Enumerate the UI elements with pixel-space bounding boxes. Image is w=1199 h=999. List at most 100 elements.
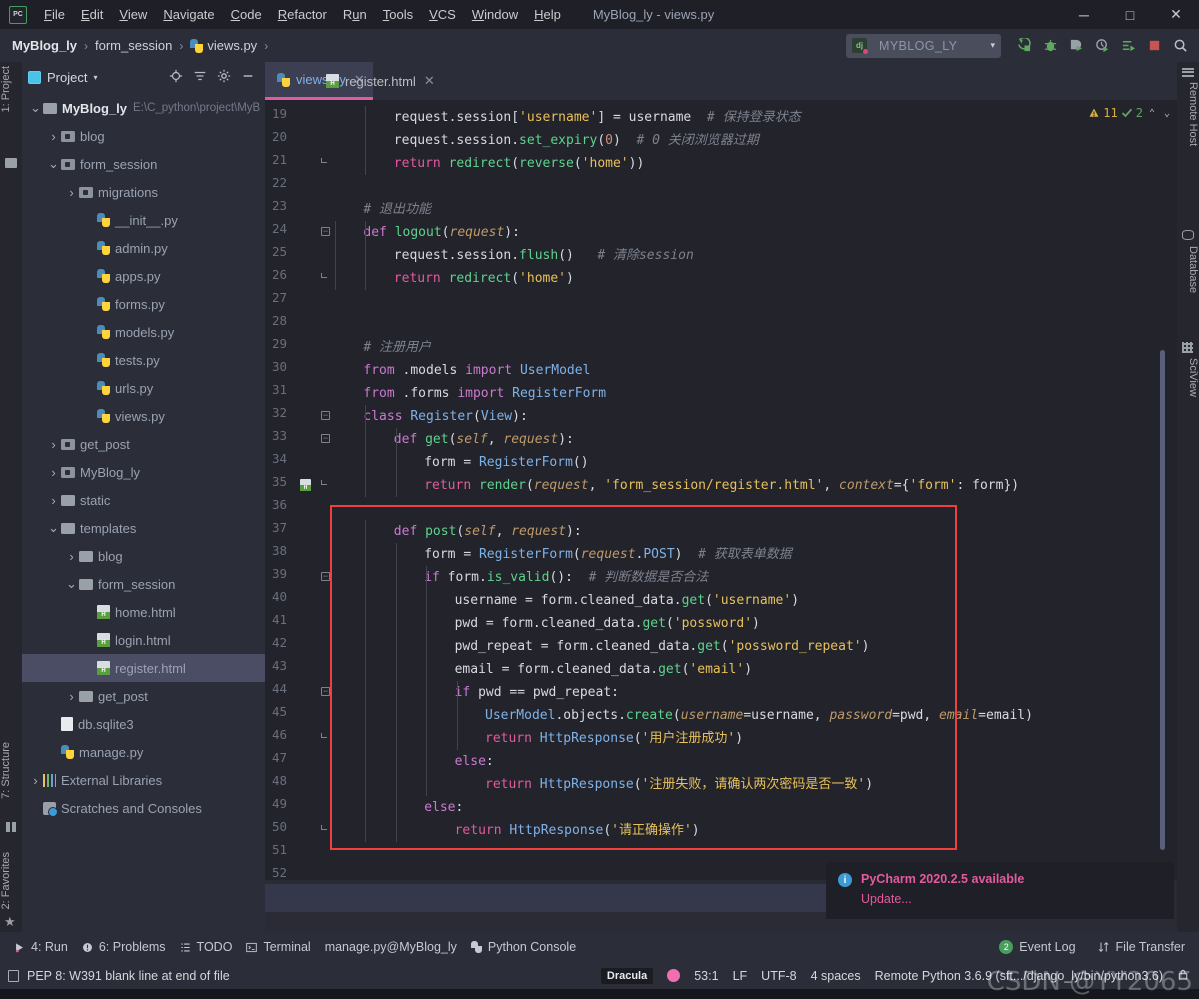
tree-item[interactable]: › blog [22,542,265,570]
tree-item[interactable]: db.sqlite3 [22,710,265,738]
tool-button-structure[interactable]: 7: Structure [0,742,22,799]
tool-button-project[interactable]: 1: Project [0,66,22,112]
menu-item-code[interactable]: Code [223,4,270,25]
code-line[interactable]: username = form.cleaned_data.get('userna… [455,589,799,612]
editor-tab-register-html[interactable]: register.html ✕ [314,62,443,100]
tree-item[interactable]: ⌄ MyBlog_ly E:\C_python\project\MyB [22,94,265,122]
gear-icon[interactable] [217,69,231,85]
chevron-up-icon[interactable]: ⌃ [1146,108,1158,119]
tree-item[interactable]: __init__.py [22,206,265,234]
chevron-down-icon[interactable]: ⌄ [28,101,43,114]
tree-item[interactable]: › get_post [22,430,265,458]
code-line[interactable]: return HttpResponse('请正确操作') [455,819,700,842]
tree-item[interactable]: apps.py [22,262,265,290]
code-line[interactable]: def logout(request): [363,221,520,244]
notification-popup[interactable]: i PyCharm 2020.2.5 available Update... [826,862,1174,919]
menu-item-edit[interactable]: Edit [73,4,111,25]
code-line[interactable]: if pwd == pwd_repeat: [455,681,619,704]
chevron-right-icon[interactable]: › [64,549,79,564]
code-line[interactable]: form = RegisterForm(request.POST) # 获取表单… [424,543,792,566]
collapse-all-icon[interactable] [193,69,207,85]
ok-indicator[interactable]: 2 [1121,106,1143,120]
code-line[interactable]: UserModel.objects.create(username=userna… [485,704,1033,727]
code-line[interactable]: form = RegisterForm() [424,451,588,474]
code-line[interactable]: # 注册用户 [363,336,431,359]
bottom-item-problems[interactable]: 6: Problems [82,940,166,954]
fold-end-icon[interactable] [321,158,327,163]
menu-item-vcs[interactable]: VCS [421,4,464,25]
tree-item[interactable]: › MyBlog_ly [22,458,265,486]
breadcrumb-item-0[interactable]: MyBlog_ly [12,38,77,53]
chevron-right-icon[interactable]: › [46,465,61,480]
menu-item-navigate[interactable]: Navigate [155,4,222,25]
python-interpreter[interactable]: Remote Python 3.6.9 (sft.../django_ly/bi… [875,969,1163,983]
code-line[interactable]: # 退出功能 [363,198,431,221]
run-with-console-icon[interactable] [1115,33,1141,59]
menu-item-refactor[interactable]: Refactor [270,4,335,25]
fold-end-icon[interactable] [321,273,327,278]
code-line[interactable]: return render(request, 'form_session/reg… [424,474,1019,497]
chevron-right-icon[interactable]: › [28,773,43,788]
menu-item-file[interactable]: File [36,4,73,25]
bottom-item-manage-py[interactable]: manage.py@MyBlog_ly [325,940,457,954]
fold-collapse-icon[interactable]: − [321,411,330,420]
chevron-right-icon[interactable]: › [64,689,79,704]
run-configuration-selector[interactable]: dj MYBLOG_LY ▾ [846,33,1001,58]
minimize-button[interactable]: ─ [1061,0,1107,29]
bottom-item-todo[interactable]: TODO [180,940,232,954]
tree-item[interactable]: tests.py [22,346,265,374]
chevron-down-icon[interactable]: ⌄ [64,577,79,590]
code-line[interactable]: return redirect(reverse('home')) [394,152,645,175]
coverage-icon[interactable] [1063,33,1089,59]
inspection-widget[interactable]: 11 2 ⌃ ⌄ [1088,106,1173,120]
bottom-item-run[interactable]: 4: Run [14,940,68,954]
code-line[interactable]: else: [424,796,463,819]
theme-badge[interactable]: Dracula [600,967,654,984]
menu-item-view[interactable]: View [111,4,155,25]
tree-item[interactable]: ⌄ templates [22,514,265,542]
tool-button-database[interactable]: Database [1177,246,1199,293]
menu-item-window[interactable]: Window [464,4,526,25]
editor-vertical-scrollbar[interactable] [1160,350,1165,850]
close-button[interactable]: ✕ [1153,0,1199,29]
menu-item-run[interactable]: Run [335,4,375,25]
code-line[interactable]: return redirect('home') [394,267,574,290]
bottom-item-python-console[interactable]: Python Console [470,940,576,954]
code-line[interactable]: from .forms import RegisterForm [363,382,606,405]
profile-icon[interactable] [1089,33,1115,59]
code-editor[interactable]: 19 20 21 22 23 24 − 25 26 27 28 29 30 31 32 − 33 − 34 35 H 36… [265,100,1177,880]
warning-indicator[interactable]: 11 [1088,106,1118,120]
code-line[interactable]: request.session['username'] = username #… [394,106,801,129]
tree-item[interactable]: views.py [22,402,265,430]
target-icon[interactable] [169,69,183,85]
code-line[interactable]: request.session.set_expiry(0) # 0 关闭浏览器过… [394,129,759,152]
tree-item[interactable]: home.html [22,598,265,626]
tree-item[interactable]: login.html [22,626,265,654]
bottom-item-event-log[interactable]: 2 Event Log [999,940,1076,954]
search-icon[interactable] [1167,33,1193,59]
tool-button-remote-host[interactable]: Remote Host [1177,82,1199,146]
fold-collapse-icon[interactable]: − [321,687,330,696]
code-line[interactable]: if form.is_valid(): # 判断数据是否合法 [424,566,708,589]
code-line[interactable]: else: [455,750,494,773]
tree-item[interactable]: › static [22,486,265,514]
breadcrumb-item-2[interactable]: views.py [207,38,257,53]
theme-color-dot[interactable] [667,969,681,982]
caret-position[interactable]: 53:1 [694,969,718,983]
chevron-down-icon[interactable]: ▾ [990,40,995,51]
code-line[interactable]: def post(self, request): [394,520,582,543]
code-line[interactable]: request.session.flush() # 清除session [394,244,694,267]
code-line[interactable]: return HttpResponse('注册失败，请确认两次密码是否一致') [485,773,873,796]
tree-item[interactable]: ⌄ form_session [22,570,265,598]
html-gutter-marker-icon[interactable]: H [300,479,311,491]
fold-end-icon[interactable] [321,825,327,830]
tree-item[interactable]: › External Libraries [22,766,265,794]
fold-collapse-icon[interactable]: − [321,572,330,581]
chevron-right-icon[interactable]: › [46,437,61,452]
chevron-right-icon[interactable]: › [46,493,61,508]
breadcrumb-item-1[interactable]: form_session [95,38,172,53]
notification-update-link[interactable]: Update... [861,892,1024,906]
tree-item[interactable]: › get_post [22,682,265,710]
debug-icon[interactable] [1037,33,1063,59]
bottom-item-terminal[interactable]: Terminal [246,940,311,954]
